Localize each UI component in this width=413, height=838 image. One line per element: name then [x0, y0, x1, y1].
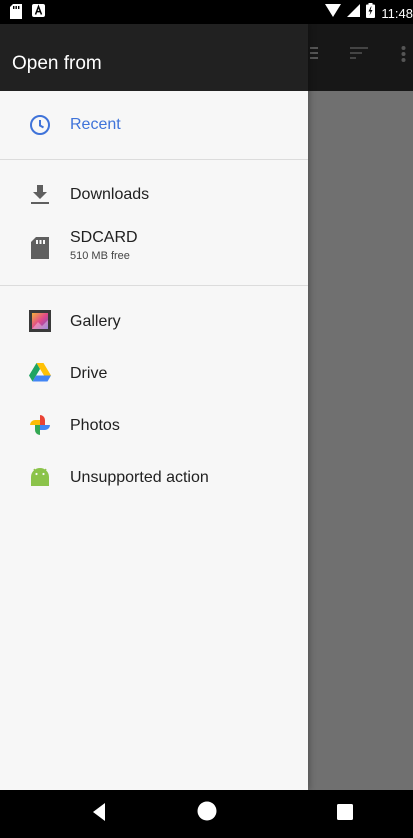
back-icon[interactable]: [91, 802, 107, 827]
status-time: 11:48: [381, 5, 413, 21]
navigation-drawer: Open from Recent Downloads SDCARD 510 MB…: [0, 24, 308, 790]
notification-a-icon: [32, 4, 45, 24]
system-navigation-bar: [0, 790, 413, 838]
drawer-item-label: SDCARD: [70, 229, 138, 246]
drawer-item-photos[interactable]: Photos: [0, 400, 308, 452]
wifi-icon: [325, 4, 342, 22]
sort-icon[interactable]: [350, 46, 370, 65]
clock-icon: [28, 113, 52, 137]
drawer-title: Open from: [12, 53, 102, 74]
status-bar: 11:48: [0, 0, 413, 24]
drawer-item-label: Downloads: [70, 186, 150, 203]
drawer-item-label: Photos: [70, 417, 120, 434]
cellular-signal-icon: [347, 4, 361, 22]
battery-charging-icon: [366, 3, 376, 23]
android-icon: [29, 467, 53, 491]
drawer-item-recent[interactable]: Recent: [0, 91, 308, 159]
divider: [0, 285, 308, 286]
sd-card-icon: [31, 237, 55, 261]
sd-card-icon: [10, 4, 22, 24]
drawer-item-drive[interactable]: Drive: [0, 348, 308, 400]
storage-free-label: 510 MB free: [70, 250, 130, 262]
drawer-item-gallery[interactable]: Gallery: [0, 296, 308, 348]
drawer-item-label: Drive: [70, 365, 108, 382]
drawer-item-label: Recent: [70, 116, 121, 133]
recents-icon[interactable]: [336, 803, 354, 826]
more-options-icon[interactable]: [401, 46, 406, 67]
gallery-icon: [29, 310, 53, 334]
drive-icon: [29, 362, 53, 386]
download-icon: [30, 183, 54, 207]
drawer-item-unsupported-action[interactable]: Unsupported action: [0, 452, 308, 504]
divider: [0, 159, 308, 160]
photos-icon: [29, 414, 53, 438]
drawer-header: Open from: [0, 24, 308, 91]
view-list-icon[interactable]: [310, 46, 320, 65]
drawer-item-sdcard[interactable]: SDCARD 510 MB free: [0, 221, 308, 283]
drawer-item-downloads[interactable]: Downloads: [0, 169, 308, 221]
drawer-item-label: Gallery: [70, 313, 121, 330]
drawer-item-label: Unsupported action: [70, 469, 209, 486]
home-icon[interactable]: [196, 800, 218, 827]
